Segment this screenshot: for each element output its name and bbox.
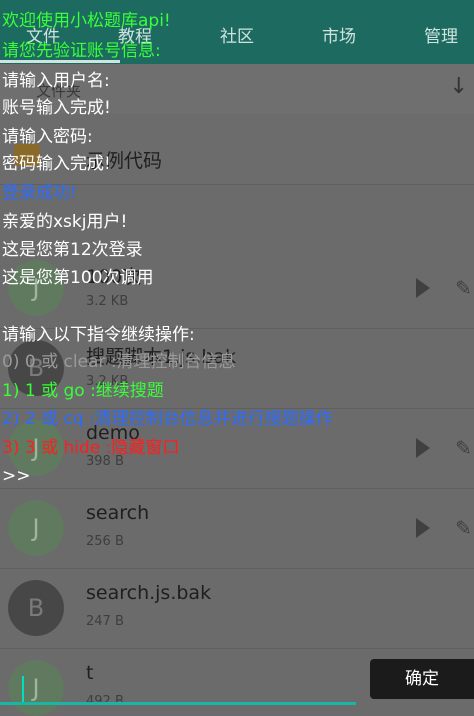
console-line: 账号输入完成! [2,98,111,118]
console-line: 2) 2 或 cq :清理控制台信息并进行搜题操作 [2,409,333,429]
console-overlay: 欢迎使用小松题库api! 请您先验证账号信息: 请输入用户名: 账号输入完成! … [0,0,474,708]
console-line: 登录成功! [2,183,77,203]
console-line: 3) 3 或 hide :隐藏窗口 [2,438,180,458]
console-line: 欢迎使用小松题库api! [2,11,171,31]
console-line: 亲爱的xskj用户! [2,212,128,232]
console-line: 0) 0 或 clear :清理控制台信息 [2,352,236,372]
console-line: 请您先验证账号信息: [2,41,161,61]
console-line: 请输入用户名: [2,71,110,91]
console-line: 请输入密码: [2,127,93,147]
console-prompt: >> [2,466,31,486]
console-line: 请输入以下指令继续操作: [2,325,195,345]
console-line: 密码输入完成! [2,154,111,174]
console-line: 这是您第12次登录 [2,240,143,260]
console-input-cursor[interactable] [22,676,24,702]
console-line: 1) 1 或 go :继续搜题 [2,381,164,401]
console-line: 这是您第100次调用 [2,268,154,288]
confirm-button[interactable]: 确定 [370,659,474,699]
